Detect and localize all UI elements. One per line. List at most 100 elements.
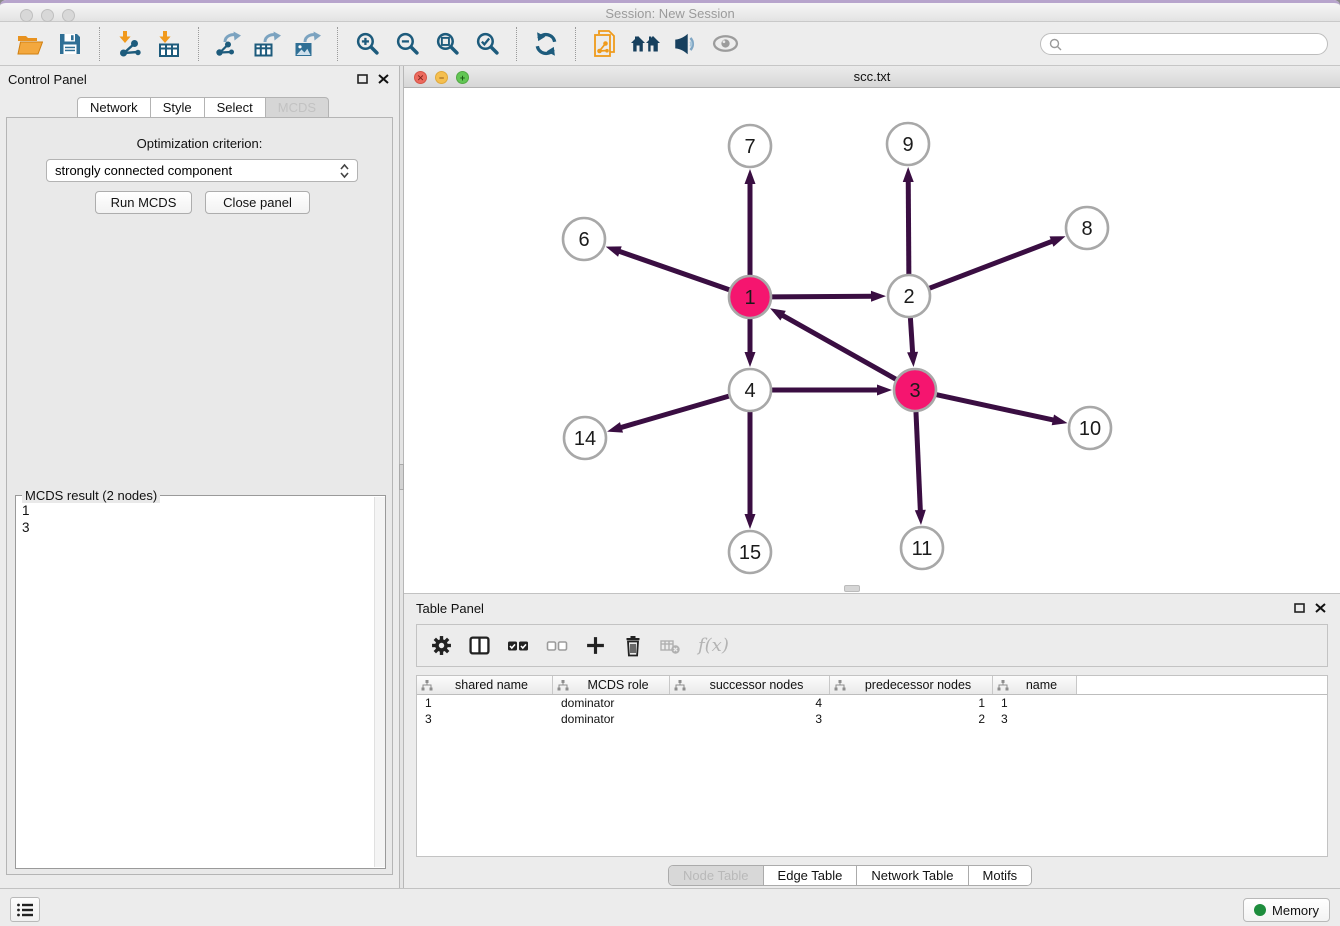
canvas-split-handle[interactable] [844,585,860,592]
tab-style[interactable]: Style [151,97,205,118]
application-window: Session: New Session [0,0,1340,926]
table-row[interactable]: 3dominator323 [417,711,1327,727]
edge-arrowhead [745,352,756,367]
table-panel: Table Panel f(x) shared nameMCDS rol [404,593,1340,888]
column-header-shared-name[interactable]: shared name [417,676,553,694]
control-panel-title: Control Panel [8,72,87,87]
svg-text:11: 11 [912,538,933,560]
memory-button[interactable]: Memory [1243,898,1330,922]
graph-node-15[interactable]: 15 [729,531,771,573]
column-header-MCDS-role[interactable]: MCDS role [553,676,670,694]
edge-1-6[interactable] [618,251,729,290]
column-tree-icon [557,680,569,691]
edge-arrowhead [915,510,926,525]
control-panel: Control Panel Network Style Select MCDS … [0,66,399,888]
close-table-panel-icon[interactable] [1315,603,1326,613]
unselect-all-icon[interactable] [546,636,568,656]
network-canvas[interactable]: 7 9 6 8 1 2 4 3 14 10 15 11 [404,88,1340,593]
megaphone-icon[interactable] [668,26,702,62]
export-network-icon[interactable] [211,26,245,62]
edge-3-1[interactable] [781,315,895,380]
open-session-icon[interactable] [13,26,47,62]
float-panel-icon[interactable] [357,74,368,84]
float-table-panel-icon[interactable] [1294,603,1305,613]
export-table-icon[interactable] [251,26,285,62]
graph-node-1[interactable]: 1 [729,276,771,318]
table-row[interactable]: 1dominator411 [417,695,1327,711]
refresh-icon[interactable] [529,26,563,62]
edge-arrowhead [907,352,918,367]
column-header-predecessor-nodes[interactable]: predecessor nodes [830,676,993,694]
delete-column-icon[interactable] [623,635,643,657]
function-builder-icon[interactable]: f(x) [698,635,729,656]
tab-node-table[interactable]: Node Table [669,866,763,885]
tab-edge-table[interactable]: Edge Table [763,866,857,885]
table-toolbar: f(x) [416,624,1328,667]
run-mcds-button[interactable]: Run MCDS [95,191,192,214]
save-session-icon[interactable] [53,26,87,62]
graph-node-9[interactable]: 9 [887,123,929,165]
graph-node-2[interactable]: 2 [888,275,930,317]
zoom-selected-icon[interactable] [470,26,504,62]
export-image-icon[interactable] [291,26,325,62]
graph-node-8[interactable]: 8 [1066,207,1108,249]
graph-node-11[interactable]: 11 [901,527,943,569]
tab-select[interactable]: Select [205,97,266,118]
graph-node-10[interactable]: 10 [1069,407,1111,449]
svg-text:7: 7 [744,136,755,158]
edge-arrowhead [1050,236,1066,246]
close-panel-button[interactable]: Close panel [205,191,310,214]
table-header-row: shared nameMCDS rolesuccessor nodesprede… [417,676,1327,695]
search-input[interactable] [1067,36,1319,52]
optimization-criterion-label: Optimization criterion: [7,136,392,151]
table-panel-title: Table Panel [416,601,484,616]
svg-text:14: 14 [574,428,596,450]
new-network-from-selection-icon[interactable] [588,26,622,62]
graph-node-6[interactable]: 6 [563,218,605,260]
search-field[interactable] [1040,33,1328,55]
tab-motifs[interactable]: Motifs [968,866,1032,885]
graph-node-4[interactable]: 4 [729,369,771,411]
criterion-dropdown[interactable]: strongly connected component [46,159,358,182]
zoom-out-icon[interactable] [390,26,424,62]
graph-node-3[interactable]: 3 [894,369,936,411]
zoom-fit-icon[interactable] [430,26,464,62]
graph-node-14[interactable]: 14 [564,417,606,459]
graph-node-7[interactable]: 7 [729,125,771,167]
edge-2-9[interactable] [908,180,909,274]
show-panels-button[interactable] [10,897,40,922]
toolbar-separator [198,27,199,61]
zoom-in-icon[interactable] [350,26,384,62]
tab-network-table[interactable]: Network Table [856,866,967,885]
memory-label: Memory [1272,903,1319,918]
tab-mcds[interactable]: MCDS [266,97,329,118]
import-table-icon[interactable] [152,26,186,62]
edge-4-14[interactable] [620,396,729,428]
result-scrollbar[interactable] [374,497,385,867]
svg-text:1: 1 [744,287,755,309]
edge-2-3[interactable] [910,318,912,354]
add-column-icon[interactable] [585,635,606,656]
edge-3-11[interactable] [916,412,920,512]
window-titlebar: Session: New Session [0,0,1340,22]
houses-icon[interactable] [628,26,662,62]
search-icon [1049,38,1062,51]
select-all-icon[interactable] [507,636,529,656]
mcds-result-text[interactable]: 1 3 [16,499,373,868]
toolbar-separator [337,27,338,61]
status-bar: Memory [0,888,1340,926]
delete-table-icon[interactable] [660,637,681,655]
column-header-name[interactable]: name [993,676,1077,694]
tab-network[interactable]: Network [77,97,151,118]
edge-2-8[interactable] [930,241,1054,288]
eye-icon[interactable] [708,26,742,62]
edge-3-10[interactable] [936,395,1054,421]
close-panel-icon[interactable] [378,74,389,84]
import-network-icon[interactable] [112,26,146,62]
network-view-window: ✕ − + scc.txt 7968124314101511 [404,66,1340,593]
settings-gear-icon[interactable] [431,635,452,656]
column-header-successor-nodes[interactable]: successor nodes [670,676,830,694]
edge-1-2[interactable] [772,296,873,297]
columns-icon[interactable] [469,635,490,656]
svg-text:8: 8 [1081,218,1092,240]
